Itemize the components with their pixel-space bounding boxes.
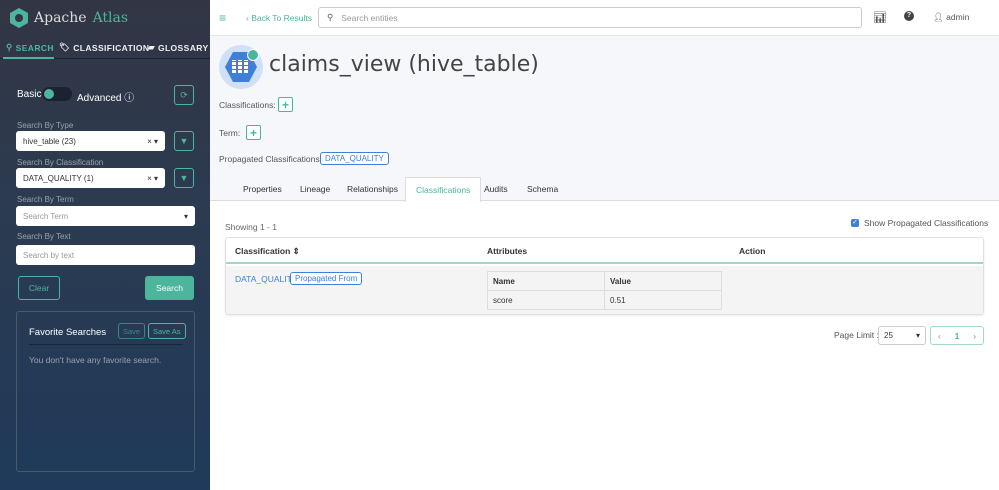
search-icon: ⚲ [6, 42, 13, 52]
header: ≡ ‹ Back To Results ⚲ Search entities 📊︎ … [210, 0, 999, 36]
tab-label: CLASSIFICATION [73, 42, 150, 53]
tab-label: SEARCH [15, 42, 54, 53]
tab-glossary[interactable]: ▰ GLOSSARY [148, 42, 209, 53]
add-term-button[interactable]: + [246, 125, 261, 140]
entity-search-input[interactable]: ⚲ Search entities [318, 7, 862, 28]
term-select[interactable]: Search Term ▾ [16, 206, 195, 226]
sidebar: Apache Atlas ⚲ SEARCH 🏷︎ CLASSIFICATION ▰ GL… [0, 0, 210, 490]
entity-header: claims_view (hive_table) Classifications… [210, 36, 999, 202]
divider [29, 344, 183, 345]
text-label: Search By Text [17, 232, 71, 241]
propagated-from-button[interactable]: Propagated From [290, 272, 363, 285]
user-menu[interactable]: 👤︎ admin [933, 12, 969, 23]
table-header: Classification ⇕ Attributes Action [226, 238, 983, 264]
classification-filter-button[interactable]: ▼ [174, 168, 194, 188]
classification-label: Search By Classification [17, 158, 104, 167]
help-icon[interactable]: ? [904, 11, 914, 21]
help-icon: ⓘ [124, 93, 135, 104]
pagination: ‹ 1 › [930, 326, 984, 345]
hamburger-menu-icon[interactable]: ≡ [219, 11, 226, 25]
clear-button[interactable]: Clear [18, 276, 60, 300]
sort-icon: ⇕ [292, 246, 300, 256]
checkbox-checked-icon: ✓ [851, 219, 859, 227]
save-button[interactable]: Save [118, 323, 146, 339]
next-page-button[interactable]: › [973, 331, 976, 341]
favorites-empty-message: You don't have any favorite search. [29, 355, 162, 365]
classifications-table: Classification ⇕ Attributes Action DATA_… [225, 237, 984, 315]
search-mode-toggle[interactable] [42, 87, 72, 101]
active-tab-indicator [3, 57, 54, 59]
statistics-icon[interactable]: 📊︎ [873, 11, 887, 24]
refresh-icon: ⟳ [180, 89, 188, 100]
tag-icon: 🏷︎ [59, 42, 71, 52]
attr-header-value: Value [604, 271, 722, 291]
tab-search[interactable]: ⚲ SEARCH [6, 42, 54, 53]
search-button[interactable]: Search [145, 276, 194, 300]
tab-schema[interactable]: Schema [517, 177, 568, 201]
search-icon: ⚲ [327, 12, 334, 22]
attr-name: score [487, 290, 605, 310]
refresh-button[interactable]: ⟳ [174, 85, 194, 105]
classifications-label: Classifications: [219, 100, 276, 110]
column-classification[interactable]: Classification ⇕ [235, 246, 300, 257]
folder-open-icon: ▰ [148, 42, 155, 52]
advanced-label: Advanced ⓘ [77, 93, 135, 104]
propagated-classification-tag[interactable]: DATA_QUALITY [320, 152, 389, 165]
logo[interactable]: Apache Atlas [10, 8, 128, 28]
showing-count: Showing 1 - 1 [225, 222, 277, 232]
type-filter-button[interactable]: ▼ [174, 131, 194, 151]
tab-audits[interactable]: Audits [474, 177, 518, 201]
propagated-classifications-label: Propagated Classifications: [219, 154, 323, 164]
add-classification-button[interactable]: + [278, 97, 293, 112]
hive-table-icon [219, 45, 263, 89]
attr-value: 0.51 [604, 290, 722, 310]
basic-label: Basic [17, 89, 42, 100]
type-select[interactable]: hive_table (23) × ▾ [16, 131, 165, 151]
text-search-input[interactable]: Search by text [16, 245, 195, 265]
logo-accent: Atlas [92, 10, 129, 26]
tab-classification[interactable]: 🏷︎ CLASSIFICATION [59, 42, 149, 53]
page-limit-select[interactable]: 25 ▾ [878, 326, 926, 345]
favorites-title: Favorite Searches [29, 327, 107, 338]
tab-lineage[interactable]: Lineage [290, 177, 340, 201]
page-limit-label: Page Limit : [834, 330, 879, 340]
show-propagated-checkbox[interactable]: ✓ Show Propagated Classifications [851, 218, 988, 228]
filter-icon: ▼ [179, 136, 189, 146]
tab-classifications[interactable]: Classifications [405, 177, 482, 202]
type-label: Search By Type [17, 121, 74, 130]
tab-label: GLOSSARY [157, 42, 209, 53]
tab-relationships[interactable]: Relationships [337, 177, 408, 201]
attributes-table: Name Value score 0.51 [487, 271, 722, 310]
attr-header-name: Name [487, 271, 605, 291]
user-icon: 👤︎ [933, 12, 944, 22]
filter-icon: ▼ [179, 173, 189, 183]
current-page[interactable]: 1 [955, 331, 960, 341]
term-label: Term: [219, 128, 241, 138]
prev-page-button[interactable]: ‹ [938, 331, 941, 341]
table-row: DATA_QUALITY Propagated From Name Value s… [226, 266, 983, 314]
favorite-searches-panel: Favorite Searches Save Save As You don't… [16, 311, 195, 472]
page-title: claims_view (hive_table) [269, 52, 539, 77]
term-label: Search By Term [17, 195, 74, 204]
atlas-logo-icon [10, 8, 28, 28]
back-to-results-link[interactable]: ‹ Back To Results [246, 13, 312, 23]
save-as-button[interactable]: Save As [148, 323, 186, 339]
logo-text: Apache [34, 10, 87, 26]
column-action: Action [739, 246, 766, 256]
classification-select[interactable]: DATA_QUALITY (1) × ▾ [16, 168, 165, 188]
classification-link[interactable]: DATA_QUALITY [235, 274, 298, 284]
tab-properties[interactable]: Properties [233, 177, 292, 201]
column-attributes: Attributes [487, 246, 528, 256]
